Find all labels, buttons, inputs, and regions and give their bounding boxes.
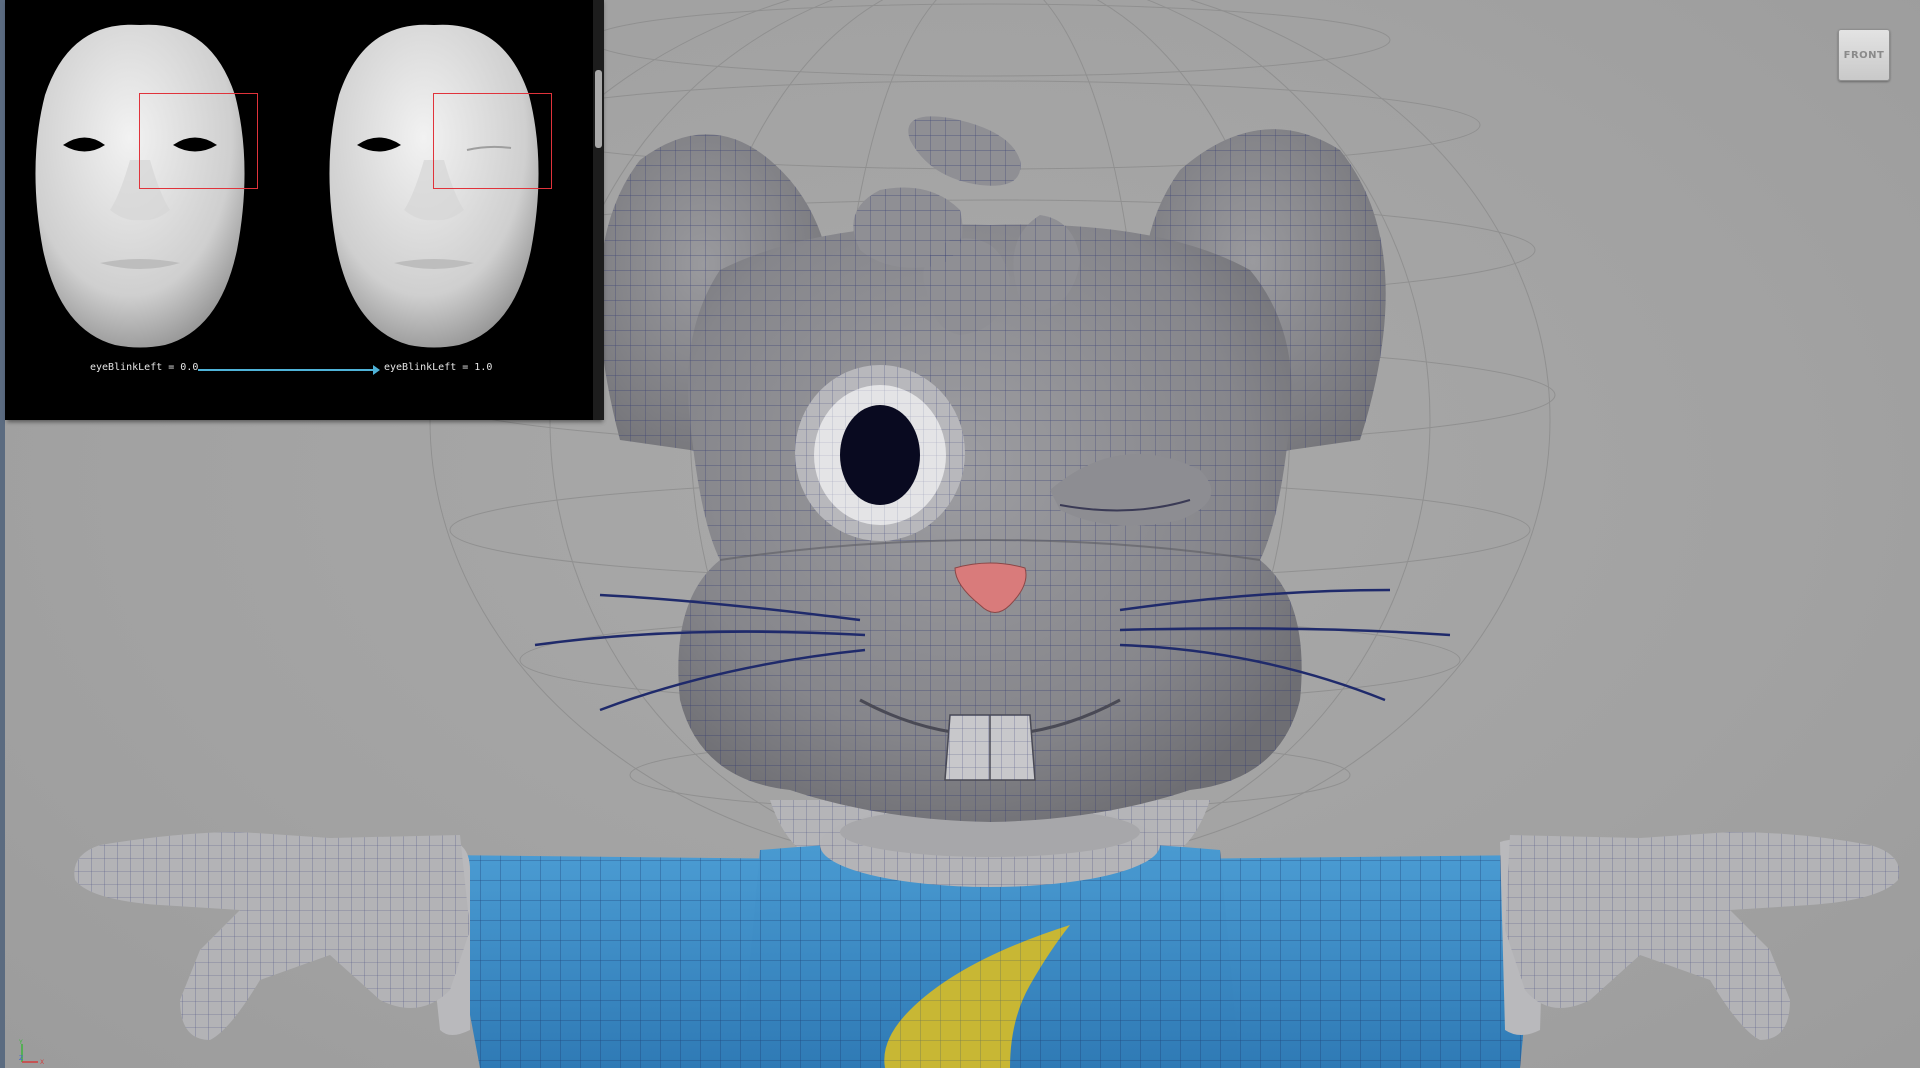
- axis-gizmo: Y Z X: [18, 1039, 44, 1066]
- before-caption: eyeBlinkLeft = 0.0: [90, 362, 199, 373]
- transition-arrow: [198, 365, 380, 375]
- svg-text:X: X: [40, 1059, 44, 1066]
- reference-scrollbar[interactable]: [593, 0, 604, 420]
- reference-scroll-thumb[interactable]: [595, 70, 602, 148]
- before-eye-highlight: [139, 93, 258, 189]
- svg-text:Y: Y: [18, 1039, 23, 1046]
- open-eye: [795, 365, 965, 541]
- after-caption: eyeBlinkLeft = 1.0: [384, 362, 493, 373]
- reference-faces: [35, 24, 539, 348]
- after-eye-highlight: [433, 93, 552, 189]
- viewport-front[interactable]: FRONT eyeBlinkLeft = 0.0 eyeBlinkLeft = …: [0, 0, 1920, 1068]
- view-cube-front[interactable]: FRONT: [1838, 29, 1890, 81]
- svg-text:Z: Z: [19, 1055, 23, 1062]
- reference-panel: eyeBlinkLeft = 0.0 eyeBlinkLeft = 1.0: [5, 0, 604, 420]
